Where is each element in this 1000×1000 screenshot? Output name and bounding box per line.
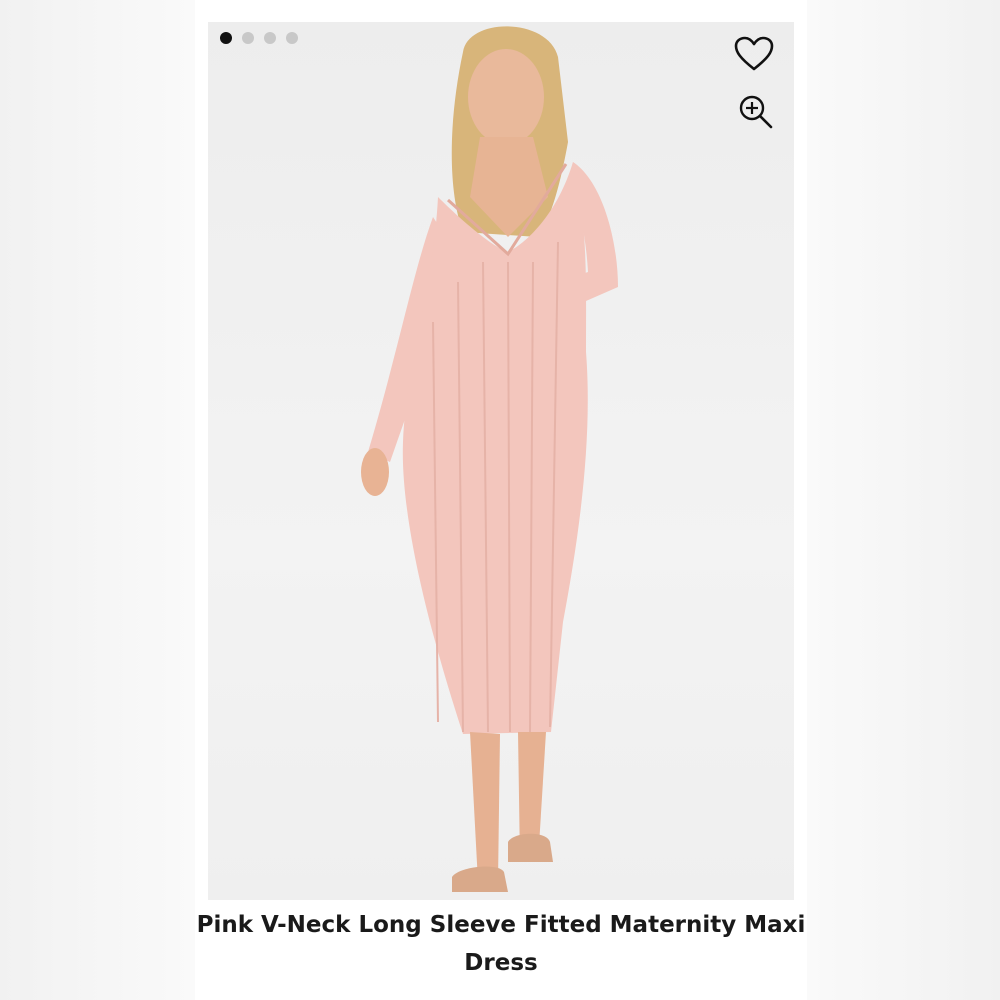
product-image[interactable] bbox=[208, 22, 794, 900]
heart-icon bbox=[734, 36, 774, 71]
product-card: Pink V-Neck Long Sleeve Fitted Maternity… bbox=[195, 0, 807, 1000]
carousel-dot-3[interactable] bbox=[264, 32, 276, 44]
favorite-button[interactable] bbox=[734, 36, 778, 80]
background-left bbox=[0, 0, 195, 1000]
background-right bbox=[805, 0, 1000, 1000]
carousel-dot-2[interactable] bbox=[242, 32, 254, 44]
zoom-button[interactable] bbox=[738, 94, 782, 138]
model-photo bbox=[361, 26, 618, 892]
carousel-dot-1[interactable] bbox=[220, 32, 232, 44]
zoom-in-icon bbox=[739, 95, 773, 129]
product-title: Pink V-Neck Long Sleeve Fitted Maternity… bbox=[196, 912, 806, 976]
carousel-indicator bbox=[220, 32, 298, 44]
carousel-dot-4[interactable] bbox=[286, 32, 298, 44]
